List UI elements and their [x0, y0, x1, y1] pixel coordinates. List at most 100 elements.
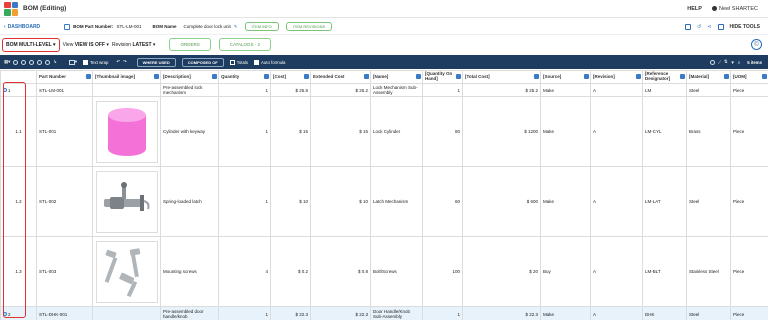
cost-cell[interactable]: $ 25.8	[270, 83, 311, 97]
on-hand-cell[interactable]: 100	[422, 236, 463, 307]
total-cost-cell[interactable]: $ 22.3	[462, 306, 541, 320]
name-cell[interactable]: Lock Cylinder	[370, 96, 423, 167]
item-revisions-button[interactable]: ITEM REVISIONS	[285, 22, 333, 31]
column-header[interactable]: Quantity	[218, 70, 271, 84]
quantity-cell[interactable]: 1	[218, 166, 271, 237]
column-filter-icon[interactable]	[680, 74, 685, 79]
thumbnail-cell[interactable]	[92, 236, 161, 307]
total-cost-cell[interactable]: $ 25.2	[462, 83, 541, 97]
column-filter-icon[interactable]	[636, 74, 641, 79]
thumbnail-cell[interactable]	[92, 166, 161, 237]
material-cell[interactable]: Steel	[686, 166, 731, 237]
share-icon[interactable]: ⋖	[707, 24, 711, 30]
save-icon[interactable]	[717, 23, 724, 30]
cylinder-thumbnail[interactable]	[95, 100, 158, 163]
source-cell[interactable]: Make	[540, 96, 591, 167]
column-header[interactable]: [Source]	[540, 70, 591, 84]
material-cell[interactable]: Stainless Steel	[686, 236, 731, 307]
search-icon[interactable]: ⌕	[738, 60, 740, 65]
name-cell[interactable]: Latch Mechanism	[370, 166, 423, 237]
reference-designator-cell[interactable]: DHK	[642, 306, 687, 320]
level-cell[interactable]: 1	[0, 83, 37, 97]
column-header[interactable]: [Revision]	[590, 70, 643, 84]
return-icon[interactable]: ↳	[53, 59, 57, 65]
description-cell[interactable]: Pre-assembled door handle/knob	[160, 306, 219, 320]
column-header[interactable]: [Name]	[370, 70, 423, 84]
part-number-cell[interactable]: STL-001	[36, 96, 93, 167]
column-dropdown-icon[interactable]: ▾	[75, 59, 77, 65]
chart-icon[interactable]: ⟋	[718, 60, 721, 65]
total-cost-cell[interactable]: $ 1200	[462, 96, 541, 167]
uom-cell[interactable]: Piece	[730, 83, 768, 97]
description-cell[interactable]: Pre-assembled lock mechanism	[160, 83, 219, 97]
column-filter-icon[interactable]	[534, 74, 539, 79]
name-cell[interactable]: Lock Mechanism Sub-Assembly	[370, 83, 423, 97]
help-menu[interactable]: HELP	[687, 6, 702, 12]
column-filter-icon[interactable]	[584, 74, 589, 79]
quantity-cell[interactable]: 1	[218, 83, 271, 97]
part-number-cell[interactable]: STL-DHK-001	[36, 306, 93, 320]
sort-icon[interactable]: ⇅	[724, 59, 728, 65]
cost-cell[interactable]: $ 0.2	[270, 236, 311, 307]
latch-thumbnail[interactable]	[95, 170, 158, 233]
column-filter-icon[interactable]	[154, 74, 159, 79]
extended-cost-cell[interactable]: $ 22.3	[310, 306, 371, 320]
column-header[interactable]: [Description]	[160, 70, 219, 84]
edit-pencil-icon[interactable]: ✎	[234, 24, 238, 30]
column-filter-icon[interactable]	[264, 74, 269, 79]
on-hand-cell[interactable]: 1	[422, 83, 463, 97]
table-row[interactable]: 1.2 STL-002 Spring-loaded latch 1 $ 10 $…	[0, 166, 768, 237]
column-filter-icon[interactable]	[724, 74, 729, 79]
uom-cell[interactable]: Piece	[730, 306, 768, 320]
text-wrap-checkbox[interactable]	[83, 59, 89, 65]
view-dropdown[interactable]: View VIEW IS OFF ▾	[63, 42, 109, 48]
material-cell[interactable]: Steel	[686, 306, 731, 320]
level-cell[interactable]: 2	[0, 306, 37, 320]
reference-designator-cell[interactable]: LM-BLT	[642, 236, 687, 307]
undo-icon[interactable]: ↶	[116, 59, 120, 65]
column-header[interactable]: [Material]	[686, 70, 731, 84]
auto-formula-checkbox[interactable]	[254, 59, 259, 65]
reference-designator-cell[interactable]: LM	[642, 83, 687, 97]
source-cell[interactable]: Buy	[540, 236, 591, 307]
revision-cell[interactable]: A	[590, 96, 643, 167]
column-header[interactable]: Extended Cost	[310, 70, 371, 84]
uom-cell[interactable]: Piece	[730, 96, 768, 167]
thumbnail-cell[interactable]	[92, 306, 161, 320]
level-cell[interactable]: 1.3	[0, 236, 37, 307]
redo-icon[interactable]: ↷	[123, 59, 127, 65]
filter-icon[interactable]: ▼	[731, 60, 735, 65]
column-filter-icon[interactable]	[762, 74, 767, 79]
column-header[interactable]: Part Number	[36, 70, 93, 84]
expand-icon[interactable]	[3, 87, 7, 92]
screws-thumbnail[interactable]	[95, 240, 158, 303]
cost-cell[interactable]: $ 22.3	[270, 306, 311, 320]
thumbnail-cell[interactable]	[92, 83, 161, 97]
quantity-cell[interactable]: 1	[218, 96, 271, 167]
part-number-cell[interactable]: STL-003	[36, 236, 93, 307]
cost-cell[interactable]: $ 15	[270, 96, 311, 167]
info-icon[interactable]	[709, 59, 715, 65]
user-menu[interactable]: Neel SHARTEC	[711, 6, 758, 12]
reference-designator-cell[interactable]: LM-CYL	[642, 96, 687, 167]
column-header[interactable]: [Quantity On Hand]	[422, 70, 463, 84]
level-cell[interactable]: 1.2	[0, 166, 37, 237]
extended-cost-cell[interactable]: $ 25.2	[310, 83, 371, 97]
cost-cell[interactable]: $ 10	[270, 166, 311, 237]
source-cell[interactable]: Make	[540, 83, 591, 97]
column-filter-icon[interactable]	[212, 74, 217, 79]
copy-icon[interactable]	[29, 59, 35, 65]
totals-checkbox[interactable]	[229, 59, 235, 65]
history-icon[interactable]: ↺	[697, 24, 701, 30]
move-icon[interactable]	[37, 59, 43, 65]
column-header[interactable]: [Thumbnail image]	[92, 70, 161, 84]
quantity-cell[interactable]: 4	[218, 236, 271, 307]
total-cost-cell[interactable]: $ 600	[462, 166, 541, 237]
on-hand-cell[interactable]: 80	[422, 96, 463, 167]
revision-cell[interactable]: A	[590, 83, 643, 97]
table-row[interactable]: 1.1 STL-001 Cylinder with keyway 1 $ 15 …	[0, 96, 768, 167]
uom-cell[interactable]: Piece	[730, 236, 768, 307]
dropdown-icon[interactable]: ▾	[8, 59, 10, 65]
indent-icon[interactable]	[45, 59, 51, 65]
name-cell[interactable]: Door Handle/Knob Sub-Assembly	[370, 306, 423, 320]
